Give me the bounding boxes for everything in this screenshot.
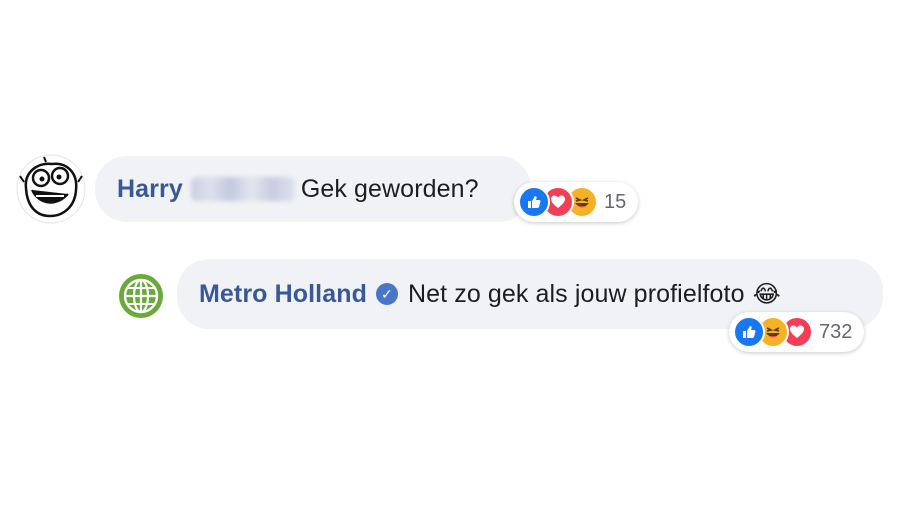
- avatar[interactable]: [117, 272, 165, 320]
- cartoon-face-icon: [16, 154, 86, 224]
- comment-author[interactable]: Metro Holland: [199, 280, 367, 309]
- like-icon: [733, 316, 765, 348]
- like-icon: [518, 186, 550, 218]
- reaction-summary[interactable]: 732: [729, 312, 865, 352]
- comment-author[interactable]: Harry: [117, 175, 183, 204]
- blurred-surname: [190, 177, 295, 201]
- reaction-count: 15: [604, 190, 627, 213]
- comment-bubble: Harry Gek geworden?: [95, 156, 531, 222]
- verified-badge-icon: ✓: [375, 283, 398, 305]
- reaction-count: 732: [819, 320, 853, 343]
- avatar[interactable]: [16, 154, 86, 224]
- reaction-summary[interactable]: 15: [514, 182, 639, 222]
- comment-text: Net zo gek als jouw profielfoto: [407, 279, 745, 308]
- globe-icon: [119, 274, 163, 318]
- tears-of-joy-emoji: 😂: [752, 280, 781, 308]
- comment-text: Gek geworden?: [300, 174, 479, 203]
